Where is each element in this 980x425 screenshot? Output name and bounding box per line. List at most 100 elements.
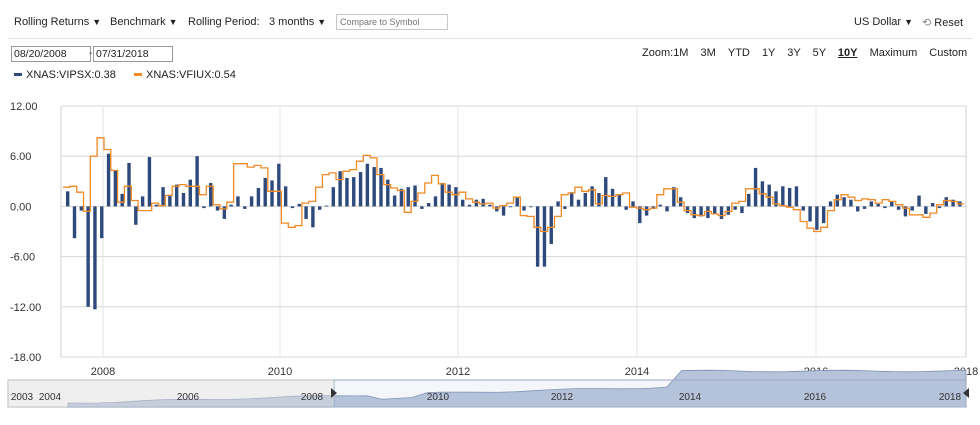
zoom-3m[interactable]: 3M: [701, 47, 716, 59]
zoom-maximum[interactable]: Maximum: [870, 47, 918, 59]
legend-item-vipsx[interactable]: XNAS:VIPSX:0.38: [14, 69, 116, 81]
zoom-ytd[interactable]: YTD: [728, 47, 750, 59]
bar-vipsx: [106, 153, 111, 207]
line-vfiux: [63, 137, 964, 233]
bar-vipsx: [910, 206, 914, 211]
zoom-custom[interactable]: Custom: [929, 47, 967, 59]
bar-vipsx: [556, 201, 560, 207]
bar-vipsx: [767, 184, 771, 207]
bar-vipsx: [549, 206, 553, 245]
bar-vipsx: [597, 193, 601, 207]
navigator-year-label: 2014: [679, 392, 702, 403]
legend-item-vfiux[interactable]: XNAS:VFIUX:0.54: [134, 69, 236, 81]
bar-vipsx: [740, 206, 744, 214]
rolling-period-dropdown[interactable]: 3 months ▼: [269, 16, 326, 28]
bar-vipsx: [794, 186, 799, 207]
bar-vipsx: [481, 198, 485, 207]
reset-label: Reset: [934, 17, 964, 29]
bar-vipsx: [440, 182, 444, 207]
bar-vipsx: [610, 188, 615, 207]
navigator-frame: [7, 379, 967, 408]
reset-icon: ⟲: [922, 17, 932, 29]
bar-vipsx: [665, 206, 669, 212]
benchmark-dropdown[interactable]: Benchmark ▼: [110, 16, 178, 28]
bar-vipsx: [699, 206, 703, 217]
bar-vipsx: [283, 186, 288, 207]
bar-vipsx: [174, 184, 179, 207]
bar-vipsx: [508, 206, 513, 208]
start-date-input[interactable]: [11, 46, 91, 62]
bar-vipsx: [256, 187, 261, 207]
rolling-returns-dropdown[interactable]: Rolling Returns ▼: [14, 16, 101, 28]
bar-vipsx: [317, 206, 322, 210]
y-tick-label: -6.00: [10, 252, 35, 264]
bar-vipsx: [290, 206, 295, 209]
bar-vipsx: [406, 187, 410, 207]
bar-vipsx: [461, 199, 465, 207]
bar-vipsx: [958, 201, 962, 207]
bar-vipsx: [590, 186, 594, 207]
bar-vipsx: [951, 199, 955, 207]
bar-vipsx: [345, 177, 349, 207]
bar-vipsx: [890, 201, 894, 207]
reset-button[interactable]: ⟲ Reset: [922, 16, 963, 29]
bar-vipsx: [883, 206, 887, 209]
zoom-1y[interactable]: 1Y: [762, 47, 775, 59]
bar-vipsx: [672, 187, 676, 207]
zoom-1m[interactable]: 1M: [673, 47, 688, 59]
bar-vipsx: [903, 206, 908, 217]
currency-dropdown[interactable]: US Dollar ▼: [854, 16, 913, 28]
end-date-input[interactable]: [93, 46, 173, 62]
bar-vipsx: [140, 196, 145, 207]
chevron-down-icon: ▼: [317, 17, 327, 27]
bar-vipsx: [352, 177, 356, 207]
bar-vipsx: [678, 197, 683, 207]
rolling-period-value: 3 months: [269, 16, 315, 28]
bar-vipsx: [835, 194, 840, 207]
zoom-5y[interactable]: 5Y: [813, 47, 826, 59]
bar-vipsx: [447, 184, 451, 207]
bar-vipsx: [563, 206, 567, 209]
y-tick-label: 0.00: [10, 201, 31, 213]
zoom-3y[interactable]: 3Y: [787, 47, 800, 59]
navigator-area: [67, 369, 967, 408]
bar-vipsx: [399, 188, 404, 207]
rolling-period-label: Rolling Period:: [188, 16, 260, 28]
rolling-returns-chart: 12.00 6.00 0.00 -6.00 -12.00 -18.00 2008 2010 20…: [7, 101, 978, 408]
navigator-window: [333, 379, 967, 408]
bar-vipsx: [753, 167, 758, 207]
bar-vipsx: [392, 195, 397, 207]
bar-vipsx: [297, 203, 301, 207]
bar-vipsx: [638, 206, 642, 224]
bar-vipsx: [249, 196, 254, 207]
bar-vipsx: [495, 206, 499, 212]
bar-vipsx: [862, 206, 867, 209]
bar-vipsx: [821, 206, 826, 224]
navigator-mask: [8, 380, 334, 407]
bar-vipsx: [529, 206, 533, 208]
chevron-down-icon: ▼: [904, 17, 913, 27]
rolling-returns-label: Rolling Returns: [14, 16, 90, 28]
bar-vipsx: [120, 193, 124, 207]
bar-vipsx: [304, 206, 308, 219]
bar-vipsx: [651, 206, 656, 209]
bar-vipsx: [583, 193, 588, 207]
bar-vipsx: [488, 204, 492, 207]
bar-vipsx: [781, 186, 785, 207]
compare-symbol-input[interactable]: [336, 14, 448, 30]
chevron-down-icon: ▼: [92, 17, 102, 27]
bar-vipsx: [501, 206, 506, 216]
bar-vipsx: [685, 206, 690, 214]
bar-vipsx: [522, 206, 526, 211]
bar-vipsx: [79, 206, 84, 211]
legend-label: XNAS:VFIUX:0.54: [146, 69, 236, 81]
zoom-10y[interactable]: 10Y: [838, 47, 858, 59]
bar-vipsx: [828, 201, 833, 207]
bar-vipsx: [896, 206, 901, 210]
bar-vipsx: [202, 206, 206, 209]
bar-vipsx: [719, 206, 724, 219]
chevron-down-icon: ▼: [168, 17, 178, 27]
bar-vipsx: [270, 180, 274, 207]
bar-vipsx: [917, 195, 921, 207]
navigator-year-label: 2010: [427, 392, 450, 403]
